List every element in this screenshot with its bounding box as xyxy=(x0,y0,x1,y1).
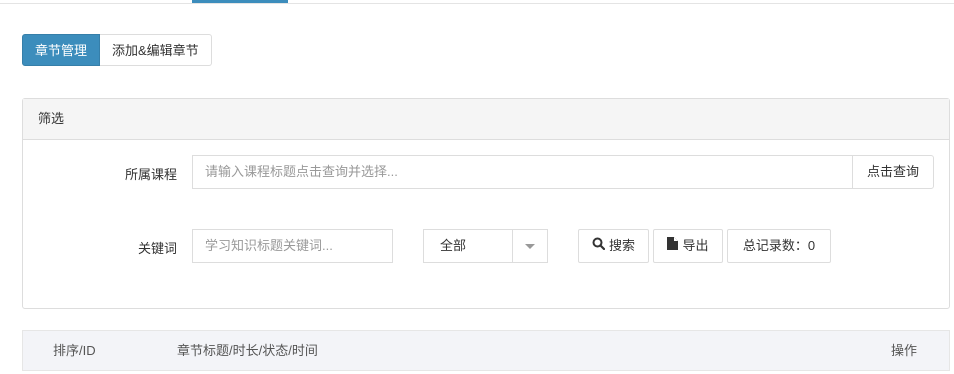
course-search-input[interactable]: 请输入课程标题点击查询并选择... xyxy=(192,155,854,189)
filter-panel-title: 筛选 xyxy=(23,99,949,140)
tab-add-edit-chapter[interactable]: 添加&编辑章节 xyxy=(100,34,212,66)
top-divider xyxy=(0,3,954,4)
course-query-button[interactable]: 点击查询 xyxy=(852,155,934,189)
tab-bar: 章节管理 添加&编辑章节 xyxy=(22,34,212,66)
keyword-input[interactable]: 学习知识标题关键词... xyxy=(192,229,393,263)
export-button-label: 导出 xyxy=(682,238,709,253)
search-button[interactable]: 搜索 xyxy=(578,229,649,263)
filter-panel: 筛选 xyxy=(22,98,950,309)
search-button-label: 搜索 xyxy=(608,238,635,253)
chevron-down-icon xyxy=(525,244,535,249)
active-nav-indicator xyxy=(192,0,288,3)
tab-chapter-management[interactable]: 章节管理 xyxy=(22,34,101,66)
file-icon xyxy=(667,230,679,262)
table-header: 排序/ID 章节标题/时长/状态/时间 操作 xyxy=(22,330,950,371)
column-header-chapter-info: 章节标题/时长/状态/时间 xyxy=(177,343,318,358)
export-button[interactable]: 导出 xyxy=(653,229,723,263)
select-divider xyxy=(512,230,513,262)
column-header-sort-id: 排序/ID xyxy=(53,343,96,358)
column-header-actions: 操作 xyxy=(891,343,918,358)
course-label: 所属课程 xyxy=(124,167,177,182)
search-icon xyxy=(592,230,606,262)
status-select-value: 全部 xyxy=(440,238,467,253)
status-select[interactable]: 全部 xyxy=(423,229,548,263)
keyword-label: 关键词 xyxy=(137,241,177,256)
total-records-badge: 总记录数：0 xyxy=(727,229,831,263)
